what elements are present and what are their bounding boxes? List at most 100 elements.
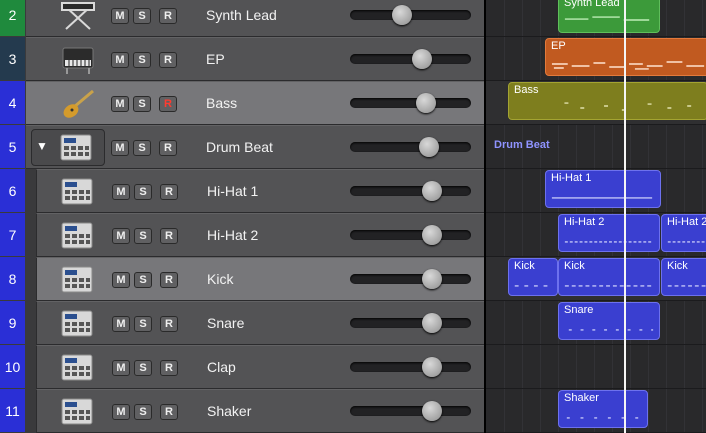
volume-slider-knob[interactable]	[422, 181, 442, 201]
record-button[interactable]: R	[159, 8, 177, 24]
folder-region-label[interactable]: Drum Beat	[494, 139, 550, 151]
mute-button[interactable]: M	[112, 404, 130, 420]
mute-button[interactable]: M	[111, 96, 129, 112]
arrange-area[interactable]: Synth Lead EP Bass Drum Beat Hi-Hat 1 Hi…	[486, 0, 706, 433]
region-snare[interactable]: Snare	[558, 302, 660, 340]
record-button[interactable]: R	[159, 52, 177, 68]
region-synth-lead[interactable]: Synth Lead	[558, 0, 660, 33]
region-label: Bass	[514, 84, 539, 96]
record-button[interactable]: R	[160, 228, 178, 244]
record-button[interactable]: R	[160, 272, 178, 288]
track-number: 10	[0, 345, 25, 388]
solo-button[interactable]: S	[134, 184, 152, 200]
region-label: Kick	[514, 260, 535, 272]
drum-machine-icon	[57, 263, 97, 296]
track-row-ep[interactable]: 3 M S R EP	[0, 37, 484, 81]
record-button[interactable]: R	[160, 404, 178, 420]
record-button[interactable]: R	[160, 360, 178, 376]
volume-slider[interactable]	[350, 181, 471, 201]
region-label: Hi-Hat 2	[667, 216, 706, 228]
record-button[interactable]: R	[159, 96, 177, 112]
volume-slider-knob[interactable]	[392, 5, 412, 25]
track-number: 5	[0, 125, 25, 168]
disclosure-triangle-icon[interactable]: ▼	[36, 139, 48, 153]
track-number: 4	[0, 81, 25, 124]
region-label: EP	[551, 40, 566, 52]
track-row-bass[interactable]: 4 M S R Bass	[0, 81, 484, 125]
volume-slider[interactable]	[350, 137, 471, 157]
record-button[interactable]: R	[159, 140, 177, 156]
track-row-hi-hat-1[interactable]: 6 M S R Hi-Hat 1	[0, 169, 484, 213]
solo-button[interactable]: S	[134, 404, 152, 420]
record-button[interactable]: R	[160, 184, 178, 200]
solo-button[interactable]: S	[134, 228, 152, 244]
track-number: 3	[0, 37, 25, 80]
track-number: 7	[0, 213, 25, 256]
volume-slider[interactable]	[350, 269, 471, 289]
track-row-snare[interactable]: 9 M S R Snare	[0, 301, 484, 345]
volume-slider-knob[interactable]	[416, 93, 436, 113]
track-list: 2 M S R Synth Lead 3 M S R EP 4 M S R Ba…	[0, 0, 484, 433]
mute-button[interactable]: M	[112, 360, 130, 376]
region-kick[interactable]: Kick	[508, 258, 558, 296]
track-name[interactable]: Bass	[206, 95, 237, 111]
track-row-drum-beat[interactable]: 5 ▼ M S R Drum Beat	[0, 125, 484, 169]
mute-button[interactable]: M	[112, 272, 130, 288]
track-number: 9	[0, 301, 25, 344]
track-name[interactable]: Drum Beat	[206, 139, 273, 155]
keyboard-icon	[58, 0, 98, 32]
region-hi-hat-2[interactable]: Hi-Hat 2	[558, 214, 660, 252]
mute-button[interactable]: M	[112, 184, 130, 200]
region-kick[interactable]: Kick	[558, 258, 660, 296]
volume-slider[interactable]	[350, 313, 471, 333]
mute-button[interactable]: M	[112, 316, 130, 332]
volume-slider[interactable]	[350, 49, 471, 69]
track-name[interactable]: Shaker	[207, 403, 251, 419]
volume-slider[interactable]	[350, 225, 471, 245]
track-row-hi-hat-2[interactable]: 7 M S R Hi-Hat 2	[0, 213, 484, 257]
region-bass[interactable]: Bass	[508, 82, 706, 120]
volume-slider-knob[interactable]	[419, 137, 439, 157]
solo-button[interactable]: S	[134, 272, 152, 288]
record-button[interactable]: R	[160, 316, 178, 332]
region-label: Synth Lead	[564, 0, 620, 9]
solo-button[interactable]: S	[134, 316, 152, 332]
volume-slider-knob[interactable]	[412, 49, 432, 69]
mute-button[interactable]: M	[111, 52, 129, 68]
solo-button[interactable]: S	[134, 360, 152, 376]
mute-button[interactable]: M	[112, 228, 130, 244]
volume-slider-knob[interactable]	[422, 313, 442, 333]
region-label: Snare	[564, 304, 594, 316]
volume-slider[interactable]	[350, 401, 471, 421]
volume-slider-knob[interactable]	[422, 357, 442, 377]
region-kick[interactable]: Kick	[661, 258, 706, 296]
track-row-kick[interactable]: 8 M S R Kick	[0, 257, 484, 301]
solo-button[interactable]: S	[133, 52, 151, 68]
solo-button[interactable]: S	[133, 8, 151, 24]
solo-button[interactable]: S	[133, 140, 151, 156]
track-row-clap[interactable]: 10 M S R Clap	[0, 345, 484, 389]
volume-slider[interactable]	[350, 5, 471, 25]
track-row-synth-lead[interactable]: 2 M S R Synth Lead	[0, 0, 484, 37]
volume-slider-knob[interactable]	[422, 269, 442, 289]
playhead[interactable]	[624, 0, 626, 433]
region-shaker[interactable]: Shaker	[558, 390, 648, 428]
track-name[interactable]: Snare	[207, 315, 244, 331]
volume-slider-knob[interactable]	[422, 225, 442, 245]
volume-slider[interactable]	[350, 357, 471, 377]
track-name[interactable]: EP	[206, 51, 225, 67]
mute-button[interactable]: M	[111, 8, 129, 24]
region-label: Shaker	[564, 392, 599, 404]
mute-button[interactable]: M	[111, 140, 129, 156]
track-name[interactable]: Synth Lead	[206, 7, 277, 23]
volume-slider-knob[interactable]	[422, 401, 442, 421]
track-name[interactable]: Clap	[207, 359, 236, 375]
track-name[interactable]: Hi-Hat 1	[207, 183, 258, 199]
region-hi-hat-2[interactable]: Hi-Hat 2	[661, 214, 706, 252]
region-hi-hat-1[interactable]: Hi-Hat 1	[545, 170, 661, 208]
volume-slider[interactable]	[350, 93, 471, 113]
track-row-shaker[interactable]: 11 M S R Shaker	[0, 389, 484, 433]
track-name[interactable]: Hi-Hat 2	[207, 227, 258, 243]
solo-button[interactable]: S	[133, 96, 151, 112]
track-name[interactable]: Kick	[207, 271, 233, 287]
